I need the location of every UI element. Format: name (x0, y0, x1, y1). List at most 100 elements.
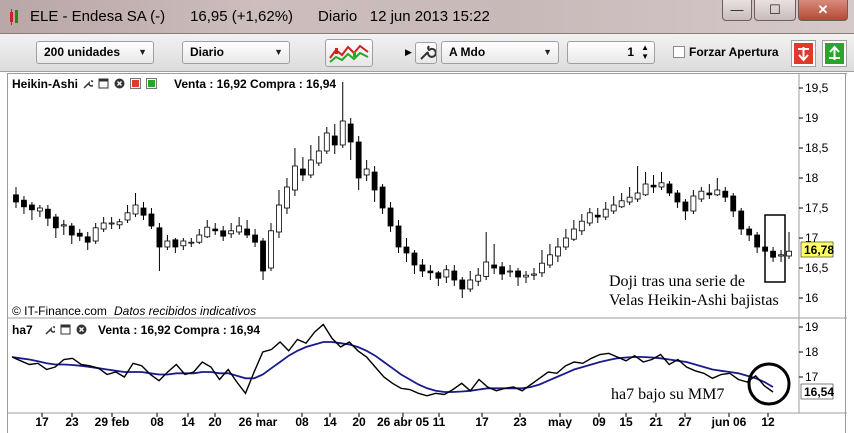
date-axis: 17 23 29 feb 08 14 20 26 mar 08 14 20 26 abr 05 11 1… (35, 413, 775, 429)
date-tick-label: 20 (208, 415, 222, 429)
candle-body (299, 168, 306, 176)
chart-canvas[interactable]: 19,5 19 18,5 18 17,5 17 16,5 16 16,78 Doji tras… (8, 73, 847, 433)
buy-up-arrow-icon (825, 43, 844, 64)
quantity-stepper[interactable]: 1 ▲ ▼ (567, 41, 655, 64)
candle-body (562, 237, 569, 248)
candle-body (419, 264, 426, 272)
settings-button[interactable] (415, 42, 437, 64)
candle-body (164, 240, 171, 248)
candle-body (427, 270, 434, 274)
candle-body (60, 224, 67, 227)
candle-body (698, 190, 705, 200)
sell-button[interactable] (791, 40, 816, 67)
chevron-right-icon: ▶ (405, 47, 412, 57)
candle-body (315, 150, 322, 164)
close-icon[interactable] (76, 324, 87, 335)
order-type-value: A Mdo (449, 45, 486, 59)
period-select[interactable]: Diario ▼ (182, 41, 290, 64)
candle-body (507, 270, 513, 273)
date-tick-label: 11 (433, 415, 446, 429)
indicator-tick-label: 18 (805, 345, 819, 359)
candle-body (515, 270, 521, 278)
candle-body (236, 225, 243, 233)
ha7-last-value: 16,54 (804, 385, 834, 399)
candle-body (140, 207, 147, 216)
window-icon[interactable] (98, 78, 109, 89)
candle-body (738, 210, 745, 230)
candle-body (196, 234, 203, 243)
maximize-button[interactable]: ☐ (754, 0, 796, 21)
date-tick-label: 26 mar (239, 415, 278, 429)
candle-body (228, 230, 235, 235)
candle-body (459, 279, 466, 290)
candle-body (292, 165, 298, 191)
data-notice-text: Datos recibidos indicativos (114, 304, 256, 318)
candle-body (220, 230, 227, 237)
date-tick-label: 17 (475, 415, 489, 429)
candle-body (555, 246, 561, 257)
candle-body (586, 212, 593, 224)
date-tick-label: 20 (352, 415, 366, 429)
last-price-value: 16,78 (804, 243, 834, 257)
candle-body (339, 120, 346, 146)
heikin-ashi-candles (13, 82, 792, 298)
buy-button[interactable] (822, 40, 847, 67)
close-button[interactable]: ✕ (798, 0, 848, 21)
candle-body (786, 250, 792, 257)
candle-body (467, 279, 474, 290)
indicator-axis: 19 18 17 (799, 320, 819, 384)
minimize-button[interactable]: — (722, 0, 752, 21)
price-tick-label: 18 (805, 171, 819, 185)
chevron-down-icon: ▼ (274, 47, 283, 57)
main-indicator-name: Heikin-Ashi (12, 77, 79, 91)
order-type-select[interactable]: A Mdo ▼ (441, 41, 559, 64)
toolbar: 200 unidades ▼ Diario ▼ ▶ A Mdo ▼ 1 ▲ ▼ F… (0, 34, 854, 72)
sell-down-arrow-icon[interactable] (130, 78, 141, 89)
candle-body (44, 208, 51, 219)
candle-body (722, 190, 729, 198)
candle-body (547, 254, 553, 266)
candle-body (690, 195, 697, 212)
force-open-checkbox[interactable] (673, 46, 685, 58)
buy-up-arrow-icon[interactable] (146, 78, 157, 89)
annotation-line-1: Doji tras una serie de (609, 273, 745, 290)
candle-body (268, 230, 274, 269)
candle-body (483, 261, 490, 277)
candle-body (578, 220, 585, 232)
candle-body (347, 123, 354, 143)
candle-body (100, 222, 107, 230)
wrench-icon[interactable] (44, 324, 55, 335)
candle-body (21, 199, 27, 208)
units-select-value: 200 unidades (44, 45, 121, 59)
candle-body (188, 241, 195, 244)
close-icon[interactable] (114, 78, 125, 89)
candle-body (276, 204, 282, 233)
candlestick-chart-icon (329, 44, 369, 63)
chart-top-border (8, 73, 847, 74)
candle-body (284, 186, 290, 209)
candle-body (531, 273, 537, 276)
spinner-arrows-icon[interactable]: ▲ ▼ (641, 43, 649, 61)
period-select-value: Diario (190, 45, 225, 59)
candle-body (204, 226, 211, 238)
ha7-annotation: ha7 bajo su MM7 (611, 386, 724, 403)
indicator-tick-label: 17 (805, 370, 819, 384)
window-icon[interactable] (60, 324, 71, 335)
candle-body (116, 221, 123, 226)
candle-body (746, 228, 753, 236)
candle-body (666, 183, 673, 194)
candle-body (778, 254, 784, 257)
chart-type-button[interactable] (325, 39, 373, 67)
mm7-line (11, 341, 774, 393)
date-tick-label: 17 (35, 415, 49, 429)
candle-body (84, 236, 91, 243)
candle-body (594, 214, 601, 218)
candle-body (260, 240, 266, 272)
candle-body (443, 269, 450, 278)
window-titlebar[interactable]: ELE - Endesa SA (-) 16,95 (+1,62%) Diari… (0, 0, 854, 34)
units-select[interactable]: 200 unidades ▼ (36, 41, 154, 64)
wrench-icon[interactable] (82, 78, 93, 89)
indicator-tick-label: 19 (805, 320, 819, 334)
copyright-text: © IT-Finance.com (12, 304, 107, 318)
date-tick-label: 29 feb (95, 415, 130, 429)
